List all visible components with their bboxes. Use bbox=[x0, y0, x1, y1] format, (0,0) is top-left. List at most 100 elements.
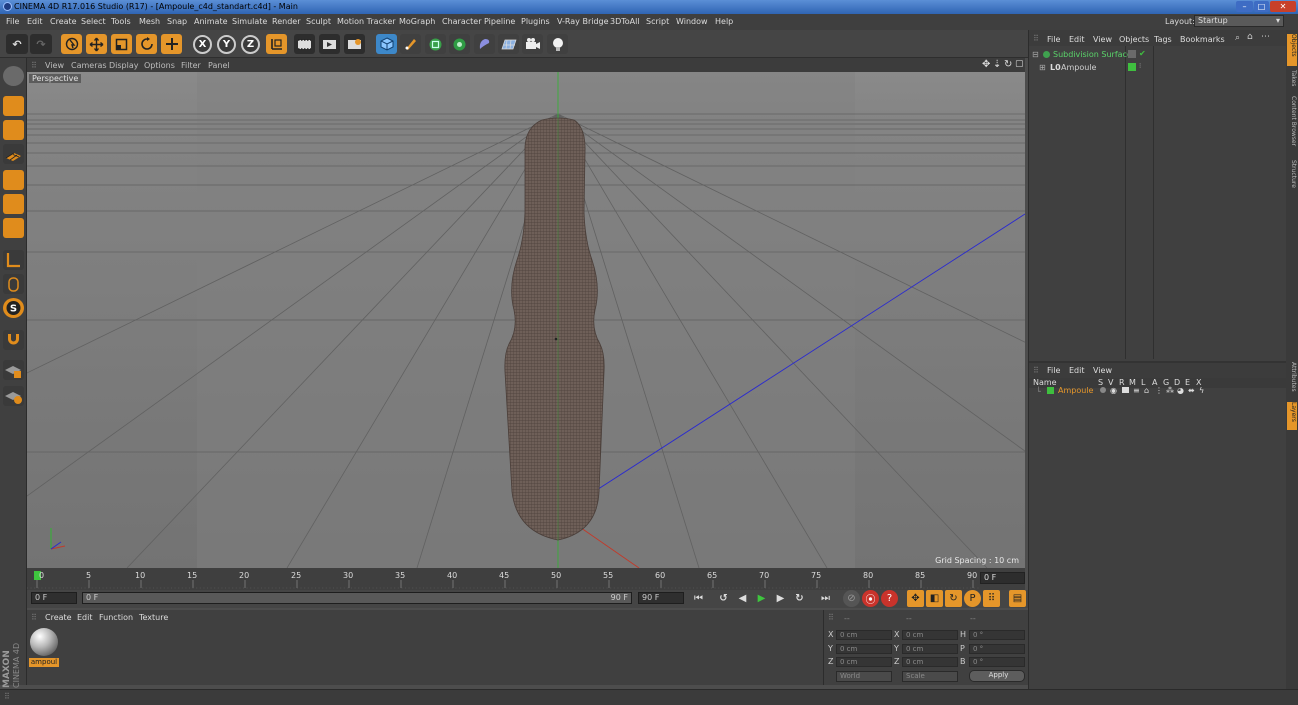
create-icon[interactable] bbox=[161, 34, 182, 54]
tab-attributes[interactable]: Attributes bbox=[1287, 362, 1297, 398]
timeline-ruler[interactable]: 0 5 10 15 20 25 30 35 40 45 50 55 60 65 … bbox=[27, 568, 1025, 590]
visible-toggle-icon[interactable]: ◉ bbox=[1110, 386, 1117, 395]
rotation-p-field[interactable]: 0 ° bbox=[969, 644, 1025, 654]
viewport-menu-options[interactable]: Options bbox=[144, 61, 175, 70]
menu-script[interactable]: Script bbox=[646, 17, 669, 26]
menu-render[interactable]: Render bbox=[272, 17, 300, 26]
previous-frame-icon[interactable]: ◀ bbox=[734, 590, 751, 607]
subdivision-icon[interactable] bbox=[425, 34, 446, 54]
menu-mesh[interactable]: Mesh bbox=[139, 17, 160, 26]
generator-toggle-icon[interactable]: ⁂ bbox=[1166, 386, 1174, 395]
autokey-icon[interactable]: ? bbox=[881, 590, 898, 607]
viewport-menu-filter[interactable]: Filter bbox=[181, 61, 201, 70]
menu-character[interactable]: Character bbox=[442, 17, 482, 26]
record-keyframe-icon[interactable]: ⦿ bbox=[862, 590, 879, 607]
snap-icon[interactable]: S bbox=[3, 298, 24, 318]
menu-sculpt[interactable]: Sculpt bbox=[306, 17, 331, 26]
next-frame-icon[interactable]: ▶ bbox=[772, 590, 789, 607]
position-x-field[interactable]: 0 cm bbox=[836, 630, 892, 640]
viewport-nav-move-icon[interactable]: ✥ bbox=[982, 59, 990, 70]
object-menu-bookmarks[interactable]: Bookmarks bbox=[1180, 35, 1225, 44]
menu-pipeline[interactable]: Pipeline bbox=[484, 17, 515, 26]
undo-icon[interactable]: ↶ bbox=[6, 34, 28, 54]
current-frame-field[interactable]: 0 F bbox=[980, 572, 1025, 584]
viewport-nav-rotate-icon[interactable]: ↻ bbox=[1004, 59, 1012, 70]
apply-button[interactable]: Apply bbox=[969, 670, 1025, 682]
render-picture-viewer-icon[interactable] bbox=[319, 34, 340, 54]
deformer-icon[interactable] bbox=[474, 34, 495, 54]
close-button[interactable]: ✕ bbox=[1270, 1, 1296, 12]
max-frame-field[interactable]: 90 F bbox=[638, 592, 684, 604]
lock-toggle-icon[interactable]: ⌂ bbox=[1144, 386, 1149, 395]
menu-window[interactable]: Window bbox=[676, 17, 708, 26]
tab-objects[interactable]: Objects bbox=[1287, 34, 1297, 66]
tab-layers[interactable]: Layers bbox=[1287, 402, 1297, 430]
model-mode-icon[interactable] bbox=[3, 66, 24, 86]
pen-icon[interactable] bbox=[400, 34, 421, 54]
layer-menu-view[interactable]: View bbox=[1093, 366, 1112, 375]
key-scale-icon[interactable]: ◧ bbox=[926, 590, 943, 607]
manager-toggle-icon[interactable]: ≡ bbox=[1133, 386, 1140, 395]
object-menu-file[interactable]: File bbox=[1047, 35, 1060, 44]
workplane-lock-icon[interactable] bbox=[3, 360, 24, 380]
position-z-field[interactable]: 0 cm bbox=[836, 657, 892, 667]
edges-mode-icon[interactable] bbox=[3, 194, 24, 214]
material-menu-edit[interactable]: Edit bbox=[77, 613, 93, 622]
layer-menu-file[interactable]: File bbox=[1047, 366, 1060, 375]
material-menu-function[interactable]: Function bbox=[99, 613, 133, 622]
floor-icon[interactable] bbox=[498, 34, 519, 54]
solo-toggle-icon[interactable] bbox=[1100, 387, 1106, 393]
light-icon[interactable] bbox=[547, 34, 568, 54]
z-axis-icon[interactable]: Z bbox=[241, 35, 260, 54]
menu-edit[interactable]: Edit bbox=[27, 17, 43, 26]
enabled-check-icon[interactable]: ✔ bbox=[1139, 49, 1146, 58]
visibility-dots-icon[interactable]: ⁞ bbox=[1139, 62, 1141, 70]
viewport-menu-panel[interactable]: Panel bbox=[208, 61, 230, 70]
goto-start-icon[interactable]: ⏮ bbox=[690, 590, 707, 607]
rotation-h-field[interactable]: 0 ° bbox=[969, 630, 1025, 640]
polygons-mode-icon[interactable] bbox=[3, 218, 24, 238]
tab-content-browser[interactable]: Content Browser bbox=[1287, 96, 1297, 156]
camera-icon[interactable] bbox=[522, 34, 543, 54]
material-swatch[interactable]: ampoul bbox=[29, 627, 59, 669]
size-mode-select[interactable]: Scale bbox=[902, 671, 958, 682]
x-axis-icon[interactable]: X bbox=[193, 35, 212, 54]
range-start-field[interactable]: 0 F bbox=[31, 592, 77, 604]
viewport-menu-display[interactable]: Display bbox=[109, 61, 139, 70]
object-menu-view[interactable]: View bbox=[1093, 35, 1112, 44]
goto-end-icon[interactable]: ⏭ bbox=[817, 590, 834, 607]
previous-key-icon[interactable]: ↺ bbox=[715, 590, 732, 607]
deformer-toggle-icon[interactable]: ◕ bbox=[1177, 386, 1184, 395]
layer-color-swatch[interactable] bbox=[1047, 387, 1054, 394]
expand-icon[interactable]: ⊞ bbox=[1039, 63, 1046, 72]
tweak-mode-icon[interactable] bbox=[3, 274, 24, 294]
live-selection-icon[interactable] bbox=[61, 34, 82, 54]
expression-toggle-icon[interactable]: ⬌ bbox=[1188, 386, 1195, 395]
menu-help[interactable]: Help bbox=[715, 17, 733, 26]
menu-animate[interactable]: Animate bbox=[194, 17, 228, 26]
menu-motion-tracker[interactable]: Motion Tracker bbox=[337, 17, 396, 26]
frame-range-slider[interactable]: 0 F 90 F bbox=[82, 592, 632, 604]
maximize-button[interactable]: □ bbox=[1254, 1, 1269, 12]
size-z-field[interactable]: 0 cm bbox=[902, 657, 958, 667]
key-rotation-icon[interactable]: ↻ bbox=[945, 590, 962, 607]
key-point-level-icon[interactable]: ⠿ bbox=[983, 590, 1000, 607]
key-parameter-icon[interactable]: P bbox=[964, 590, 981, 607]
redo-icon[interactable]: ↷ bbox=[30, 34, 52, 54]
search-icon[interactable]: ⌕ bbox=[1235, 33, 1240, 43]
viewport-nav-zoom-icon[interactable]: ⇣ bbox=[993, 59, 1001, 70]
play-icon[interactable]: ▶ bbox=[753, 590, 770, 607]
perspective-viewport[interactable]: Perspective Grid Spacing : 10 cm bbox=[27, 72, 1025, 568]
cube-icon[interactable] bbox=[376, 34, 397, 54]
scale-icon[interactable] bbox=[111, 34, 132, 54]
rotation-b-field[interactable]: 0 ° bbox=[969, 657, 1025, 667]
menu-vray-bridge[interactable]: V-Ray Bridge bbox=[557, 17, 609, 26]
object-menu-edit[interactable]: Edit bbox=[1069, 35, 1085, 44]
solo-icon[interactable] bbox=[3, 386, 24, 406]
layer-menu-edit[interactable]: Edit bbox=[1069, 366, 1085, 375]
move-icon[interactable] bbox=[86, 34, 107, 54]
viewport-menu-cameras[interactable]: Cameras bbox=[71, 61, 107, 70]
material-menu-texture[interactable]: Texture bbox=[139, 613, 168, 622]
render-toggle-icon[interactable] bbox=[1122, 387, 1129, 393]
size-x-field[interactable]: 0 cm bbox=[902, 630, 958, 640]
